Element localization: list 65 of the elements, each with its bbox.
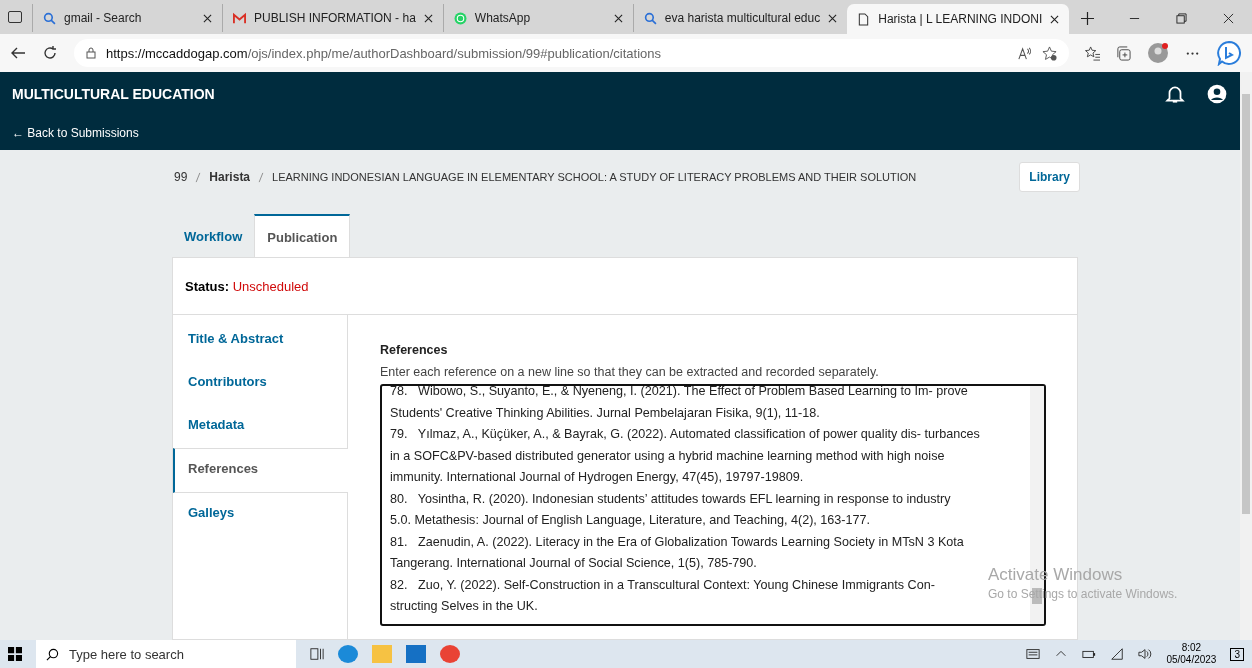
breadcrumb-separator [258,171,265,183]
breadcrumb-separator [195,171,202,183]
search-icon [643,11,657,25]
page-tab[interactable]: Publication [254,214,351,257]
search-icon [43,11,56,25]
reference-line: 80. Yosintha, R. (2020). Indonesian students’ attitudes towards EFL learning in response to industry [390,490,951,508]
back-arrow-icon[interactable] [10,45,26,61]
reference-line: 78. Wibowo, S., Suyanto, E., & Nyeneng, I. (2021). The Effect of Problem Based Learning to Im- prove [390,386,968,400]
status-text: Status: Unscheduled [185,278,309,294]
browser-tab[interactable]: Harista | L LEARNING INDONI [847,4,1070,34]
tab-actions-icon[interactable] [8,11,22,23]
envelope-icon [233,11,246,25]
author-name: Harista [209,170,251,184]
user-account-icon[interactable] [1206,83,1228,105]
section-nav-item[interactable]: Galleys [173,493,347,536]
back-to-submissions-link[interactable]: ← Back to Submissions [12,126,1228,140]
close-icon[interactable] [828,13,838,23]
reference-line: 82. Zuo, Y. (2022). Self-Construction in a Transcultural Context: Young Chinese Immigrants Con- [390,576,935,594]
field-description: Enter each reference on a new line so that they can be extracted and recorded separately. [380,365,880,379]
reference-line: Students' Creative Thinking Abilities. Jurnal Pembelajaran Fisika, 9(1), 11-18. [390,404,820,422]
section-nav-item[interactable]: Contributors [173,362,347,405]
notification-icon[interactable]: 3 [1230,647,1244,661]
submission-title: LEARNING INDONESIAN LANGUAGE IN ELEMENTARY SCHOOL: A STUDY OF LITERACY PROBLEMS AND THEIR SOLUTION [272,171,917,183]
browser-tab[interactable]: WhatsApp [442,4,633,32]
new-tab-icon[interactable] [1081,12,1095,25]
reference-line: in a SOFC&PV-based distributed generator using a hybrid machine learning method with high noise [390,447,945,465]
section-nav-item[interactable]: Title & Abstract [173,319,347,362]
reference-line: 79. Yılmaz, A., Küçüker, A., & Bayrak, G. (2022). Automated classification of power quality dis- turbances [390,426,980,443]
library-button[interactable]: Library [1019,162,1080,192]
close-icon[interactable] [1050,14,1060,24]
task-view-icon[interactable] [310,647,324,661]
field-label: References [380,343,449,357]
close-icon[interactable] [203,13,212,23]
taskbar-clock[interactable]: 8:02 05/04/2023 [1166,642,1217,666]
page-tab[interactable]: Workflow [172,214,255,257]
collections-icon[interactable] [1116,45,1131,61]
submission-id: 99 [174,170,188,184]
close-icon[interactable] [423,13,433,23]
browser-tab[interactable]: gmail - Search [32,4,222,32]
close-icon[interactable] [613,13,623,23]
address-field[interactable]: https://mccaddogap.com/ojs/index.php/me/authorDashboard/submission/99#publication/citations [74,39,1069,67]
taskbar-search-field[interactable]: Type here to search [36,640,296,668]
close-icon[interactable] [1223,13,1234,24]
page-icon [857,12,871,26]
windows-start-icon[interactable] [8,647,22,661]
section-nav-item[interactable]: Metadata [173,405,347,448]
site-title: MULTICULTURAL EDUCATION [12,86,216,102]
reload-icon[interactable] [42,45,58,61]
speaker-icon[interactable] [1138,647,1153,661]
star-plus-icon[interactable] [1042,45,1057,61]
reference-line: 5.0. Metathesis: Journal of English Language, Literature, and Teaching, 4(2), 163-177. [390,512,871,529]
favorites-icon[interactable] [1085,45,1100,61]
read-aloud-icon[interactable] [1017,45,1032,61]
restore-icon[interactable] [1176,13,1187,24]
reference-line: Tangerang. International Journal of Social Science, 1(5), 785-790. [390,555,757,572]
section-nav-item[interactable]: References [173,448,348,493]
keyboard-icon[interactable] [1026,647,1041,661]
profile-avatar-icon[interactable] [1147,42,1169,64]
search-icon [46,647,59,661]
reference-line: immunity. International Journal of Hydrogen Energy, 47(45), 19797-19809. [390,469,804,486]
reference-line: 81. Zaenudin, A. (2022). Literacy in the Era of Globalization Towards Learning Society in MTsN 3 Kota [390,533,964,551]
reference-line: structing Selves in the UK. [390,598,538,615]
browser-tab[interactable]: PUBLISH INFORMATION - ha [222,4,443,32]
lock-icon [86,47,96,59]
page-scrollbar[interactable] [1240,72,1252,640]
